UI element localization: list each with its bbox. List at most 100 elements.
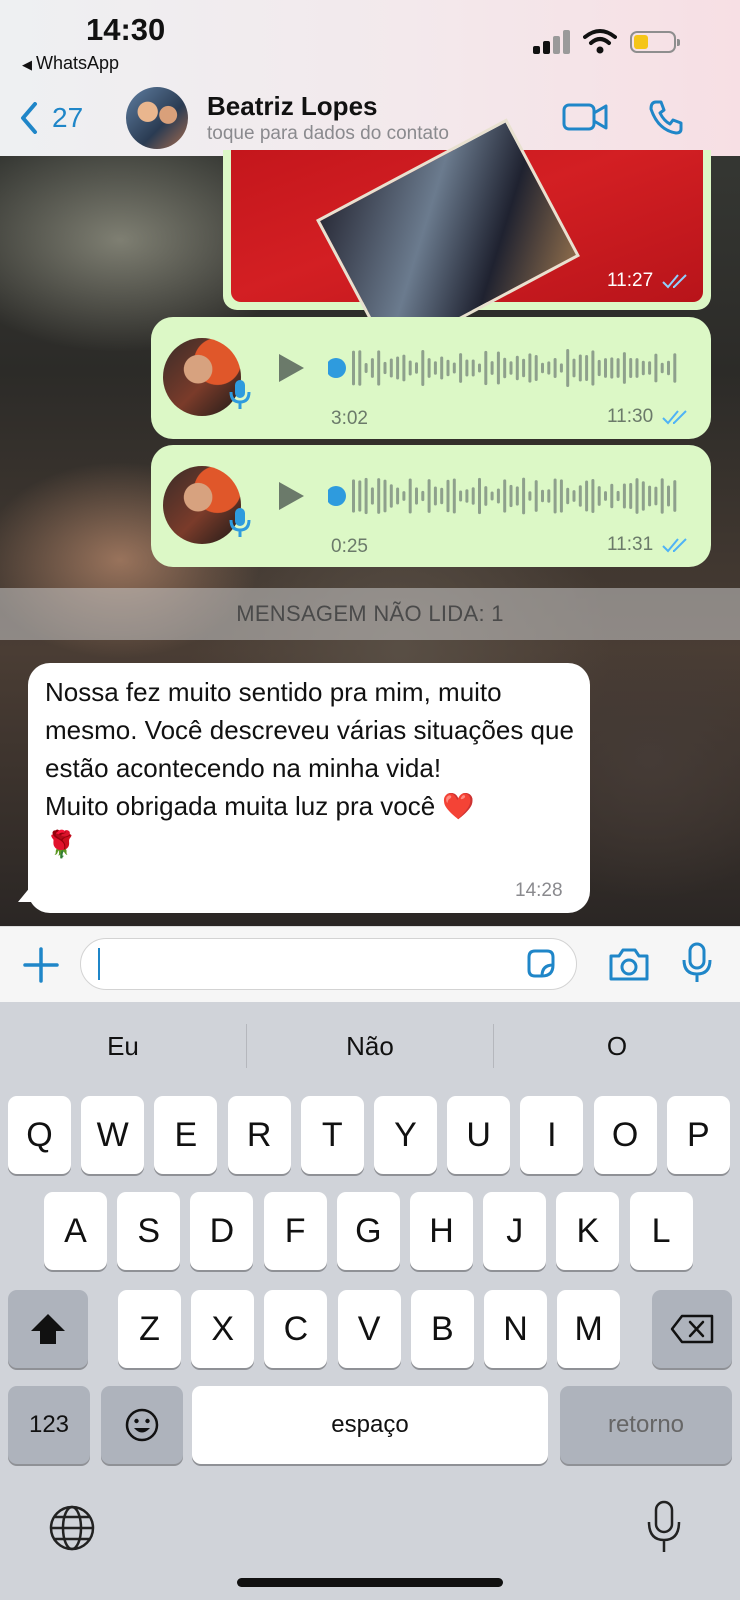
mic-badge-icon <box>229 380 251 409</box>
read-ticks-icon <box>662 410 688 425</box>
key-v[interactable]: V <box>337 1290 401 1368</box>
waveform-bar <box>408 478 412 514</box>
return-key[interactable]: retorno <box>560 1386 732 1464</box>
phone-icon[interactable] <box>648 99 684 135</box>
key-w[interactable]: W <box>81 1096 145 1174</box>
message-input[interactable] <box>80 938 577 990</box>
waveform-bar <box>358 480 362 512</box>
contact-avatar[interactable] <box>126 87 188 149</box>
key-p[interactable]: P <box>666 1096 730 1174</box>
mic-badge-icon <box>229 508 251 537</box>
waveform-bar <box>421 349 425 387</box>
waveform-bar <box>440 356 444 380</box>
waveform-bar <box>534 354 538 382</box>
dictation-mic-icon[interactable] <box>646 1500 682 1554</box>
audio-duration: 3:02 <box>331 408 368 429</box>
key-e[interactable]: E <box>154 1096 218 1174</box>
playhead-dot[interactable] <box>328 486 346 506</box>
waveform-bar <box>446 359 450 377</box>
waveform-bar <box>484 350 488 386</box>
key-z[interactable]: Z <box>118 1290 181 1368</box>
waveform-bar <box>635 478 639 514</box>
suggestion-2[interactable]: Não <box>247 1002 493 1090</box>
key-l[interactable]: L <box>629 1192 693 1270</box>
play-icon[interactable] <box>276 480 306 512</box>
waveform-bar <box>478 477 481 515</box>
key-q[interactable]: Q <box>8 1096 71 1174</box>
key-r[interactable]: R <box>227 1096 291 1174</box>
audio-waveform-2[interactable] <box>328 476 688 516</box>
message-text-line: 🌹 <box>45 829 78 859</box>
waveform-bar <box>408 360 412 376</box>
delete-key[interactable] <box>652 1290 732 1368</box>
play-icon[interactable] <box>276 352 306 384</box>
waveform-bar <box>503 479 507 513</box>
camera-icon[interactable] <box>607 945 651 983</box>
key-u[interactable]: U <box>447 1096 511 1174</box>
waveform-bar <box>383 479 387 513</box>
key-i[interactable]: I <box>520 1096 584 1174</box>
key-s[interactable]: S <box>117 1192 181 1270</box>
key-t[interactable]: T <box>300 1096 364 1174</box>
key-n[interactable]: N <box>484 1290 547 1368</box>
waveform-bar <box>654 486 658 506</box>
key-j[interactable]: J <box>483 1192 547 1270</box>
space-key[interactable]: espaço <box>192 1386 548 1464</box>
waveform-bar <box>490 491 494 501</box>
plus-icon[interactable] <box>22 946 60 984</box>
numbers-key[interactable]: 123 <box>8 1386 90 1464</box>
key-f[interactable]: F <box>263 1192 327 1270</box>
waveform-bar <box>604 358 607 378</box>
key-h[interactable]: H <box>410 1192 473 1270</box>
waveform-bar <box>578 485 582 507</box>
key-c[interactable]: C <box>264 1290 328 1368</box>
suggestion-3[interactable]: O <box>494 1002 740 1090</box>
waveform-bar <box>547 489 551 503</box>
waveform-bar <box>629 357 633 379</box>
waveform-bar <box>578 354 582 382</box>
key-d[interactable]: D <box>190 1192 254 1270</box>
unread-messages-divider: MENSAGEM NÃO LIDA: 1 <box>0 588 740 640</box>
contact-name[interactable]: Beatriz Lopes <box>207 91 378 122</box>
waveform-bar <box>534 480 538 512</box>
waveform-bar <box>541 489 544 503</box>
globe-icon[interactable] <box>48 1504 96 1552</box>
home-indicator[interactable] <box>237 1578 503 1587</box>
waveform-bar <box>452 362 456 374</box>
key-b[interactable]: B <box>410 1290 474 1368</box>
contact-subtitle[interactable]: toque para dados do contato <box>207 123 449 145</box>
shift-key[interactable] <box>8 1290 88 1368</box>
key-a[interactable]: A <box>44 1192 107 1270</box>
key-k[interactable]: K <box>556 1192 620 1270</box>
status-time: 14:30 <box>86 12 166 47</box>
emoji-key[interactable] <box>101 1386 183 1464</box>
waveform-bar <box>641 481 645 511</box>
back-to-app-link[interactable]: ◀ WhatsApp <box>22 53 119 74</box>
waveform-bar <box>572 358 576 378</box>
key-m[interactable]: M <box>557 1290 621 1368</box>
waveform-bar <box>629 482 633 510</box>
waveform-bar <box>622 483 626 509</box>
waveform-bar <box>660 362 664 374</box>
waveform-bar <box>352 350 355 386</box>
key-o[interactable]: O <box>593 1096 657 1174</box>
video-camera-icon[interactable] <box>562 101 608 133</box>
waveform-bar <box>559 363 563 373</box>
backspace-icon <box>670 1314 714 1344</box>
microphone-icon[interactable] <box>682 942 712 984</box>
waveform-bar <box>421 490 425 502</box>
waveform-bar <box>541 362 544 374</box>
waveform-bar <box>522 358 526 378</box>
waveform-bar <box>673 353 677 383</box>
suggestion-1[interactable]: Eu <box>0 1002 246 1090</box>
key-x[interactable]: X <box>191 1290 255 1368</box>
key-y[interactable]: Y <box>374 1096 437 1174</box>
waveform-bar <box>452 478 456 514</box>
sticker-icon[interactable] <box>524 947 558 981</box>
key-g[interactable]: G <box>336 1192 400 1270</box>
waveform-bar <box>528 353 532 383</box>
playhead-dot[interactable] <box>328 358 346 378</box>
audio-waveform-1[interactable] <box>328 348 688 388</box>
chevron-left-icon <box>21 102 37 134</box>
back-button[interactable]: 27 <box>20 98 90 138</box>
